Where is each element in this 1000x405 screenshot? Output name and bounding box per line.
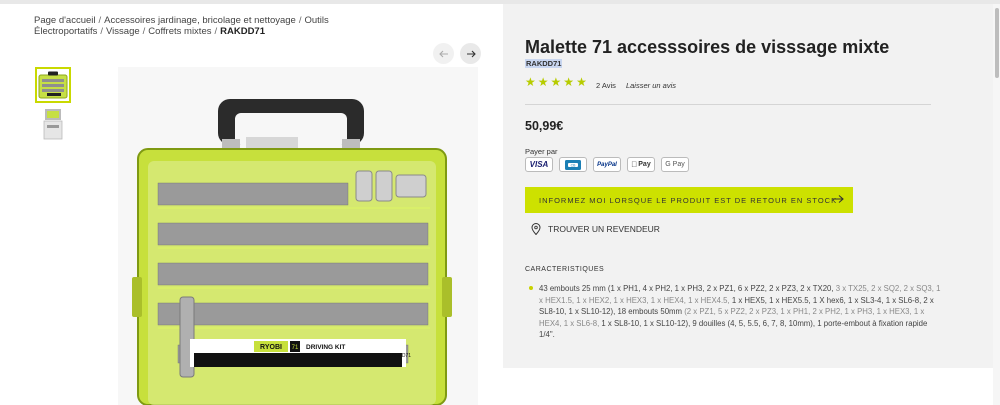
google-pay-icon: G Pay xyxy=(661,157,689,172)
product-info-panel: Malette 71 accesssoires de visssage mixt… xyxy=(503,4,993,368)
cb-card-icon: CB xyxy=(559,157,587,172)
paypal-icon: PayPal xyxy=(593,157,621,172)
reviews-count-link[interactable]: 2 Avis xyxy=(596,81,616,90)
product-price: 50,99€ xyxy=(525,119,564,133)
find-dealer-label: TROUVER UN REVENDEUR xyxy=(548,224,660,234)
divider xyxy=(525,104,931,105)
visa-icon: VISA xyxy=(525,157,553,172)
breadcrumb-separator: / xyxy=(298,15,302,26)
thumbnail-case-open-image xyxy=(43,109,63,140)
reviews-summary: 2 Avis Laisser un avis xyxy=(596,81,676,90)
thumbnail-2[interactable] xyxy=(35,107,71,143)
arrow-right-icon xyxy=(832,195,844,203)
notify-back-in-stock-button[interactable]: INFORMEZ MOI LORSQUE LE PRODUIT EST DE R… xyxy=(525,187,853,213)
thumbnail-1[interactable] xyxy=(35,67,71,103)
characteristics-list: 43 embouts 25 mm (1 x PH1, 4 x PH2, 1 x … xyxy=(525,283,945,341)
leave-review-link[interactable]: Laisser un avis xyxy=(626,81,676,90)
location-pin-icon xyxy=(531,223,541,235)
breadcrumb-accessories[interactable]: Accessoires jardinage, bricolage et nett… xyxy=(104,15,296,26)
product-title: Malette 71 accesssoires de visssage mixt… xyxy=(525,37,890,57)
gallery-next-button[interactable] xyxy=(460,43,481,64)
product-sku: RAKDD71 xyxy=(525,59,563,68)
breadcrumb-current: RAKDD71 xyxy=(220,26,265,37)
brand-label: RYOBI xyxy=(260,344,282,351)
star-icon: ★ xyxy=(576,75,587,89)
breadcrumb-mixed-sets[interactable]: Coffrets mixtes xyxy=(148,26,211,37)
thumbnail-case-image xyxy=(38,71,68,99)
breadcrumb-separator: / xyxy=(142,26,146,37)
star-icon: ★ xyxy=(563,75,575,89)
characteristics-item: 43 embouts 25 mm (1 x PH1, 4 x PH2, 1 x … xyxy=(539,284,941,339)
payment-methods: VISA CB PayPal Pay G Pay xyxy=(525,157,689,172)
kit-label: DRIVING KIT xyxy=(306,344,345,351)
find-dealer-link[interactable]: TROUVER UN REVENDEUR xyxy=(531,223,660,235)
pay-label: Payer par xyxy=(525,147,558,156)
cb-logo-icon: CB xyxy=(565,159,581,170)
gallery-prev-button[interactable] xyxy=(433,43,454,64)
breadcrumb-separator: / xyxy=(100,26,104,37)
apple-pay-icon: Pay xyxy=(627,157,655,172)
gallery-nav xyxy=(433,43,481,64)
scrollbar-thumb[interactable] xyxy=(995,8,999,78)
main-product-image[interactable]: RYOBI 71 DRIVING KIT RAKDD71 xyxy=(118,67,478,405)
breadcrumb: Page d'accueil / Accessoires jardinage, br… xyxy=(34,15,474,37)
product-page: Page d'accueil / Accessoires jardinage, br… xyxy=(0,0,1000,405)
breadcrumb-separator: / xyxy=(98,15,102,26)
rating-stars[interactable]: ★ ★ ★ ★ ★ xyxy=(525,76,587,88)
notify-button-label: INFORMEZ MOI LORSQUE LE PRODUIT EST DE R… xyxy=(539,195,838,205)
arrow-right-icon xyxy=(466,50,476,57)
kit-number: 71 xyxy=(292,345,299,351)
kit-sku-label: RAKDD71 xyxy=(388,353,411,359)
product-case-illustration: RYOBI 71 DRIVING KIT RAKDD71 xyxy=(132,99,452,405)
breadcrumb-home[interactable]: Page d'accueil xyxy=(34,15,96,26)
svg-text:CB: CB xyxy=(571,163,577,167)
thumbnail-list xyxy=(35,67,71,147)
star-icon: ★ xyxy=(537,75,549,89)
bullet-icon xyxy=(529,286,533,290)
star-icon: ★ xyxy=(525,75,536,89)
breadcrumb-separator: / xyxy=(214,26,218,37)
characteristics-title: CARACTERISTIQUES xyxy=(525,266,605,273)
star-icon: ★ xyxy=(550,75,562,89)
breadcrumb-screwing[interactable]: Vissage xyxy=(106,26,140,37)
arrow-left-icon xyxy=(438,50,448,57)
